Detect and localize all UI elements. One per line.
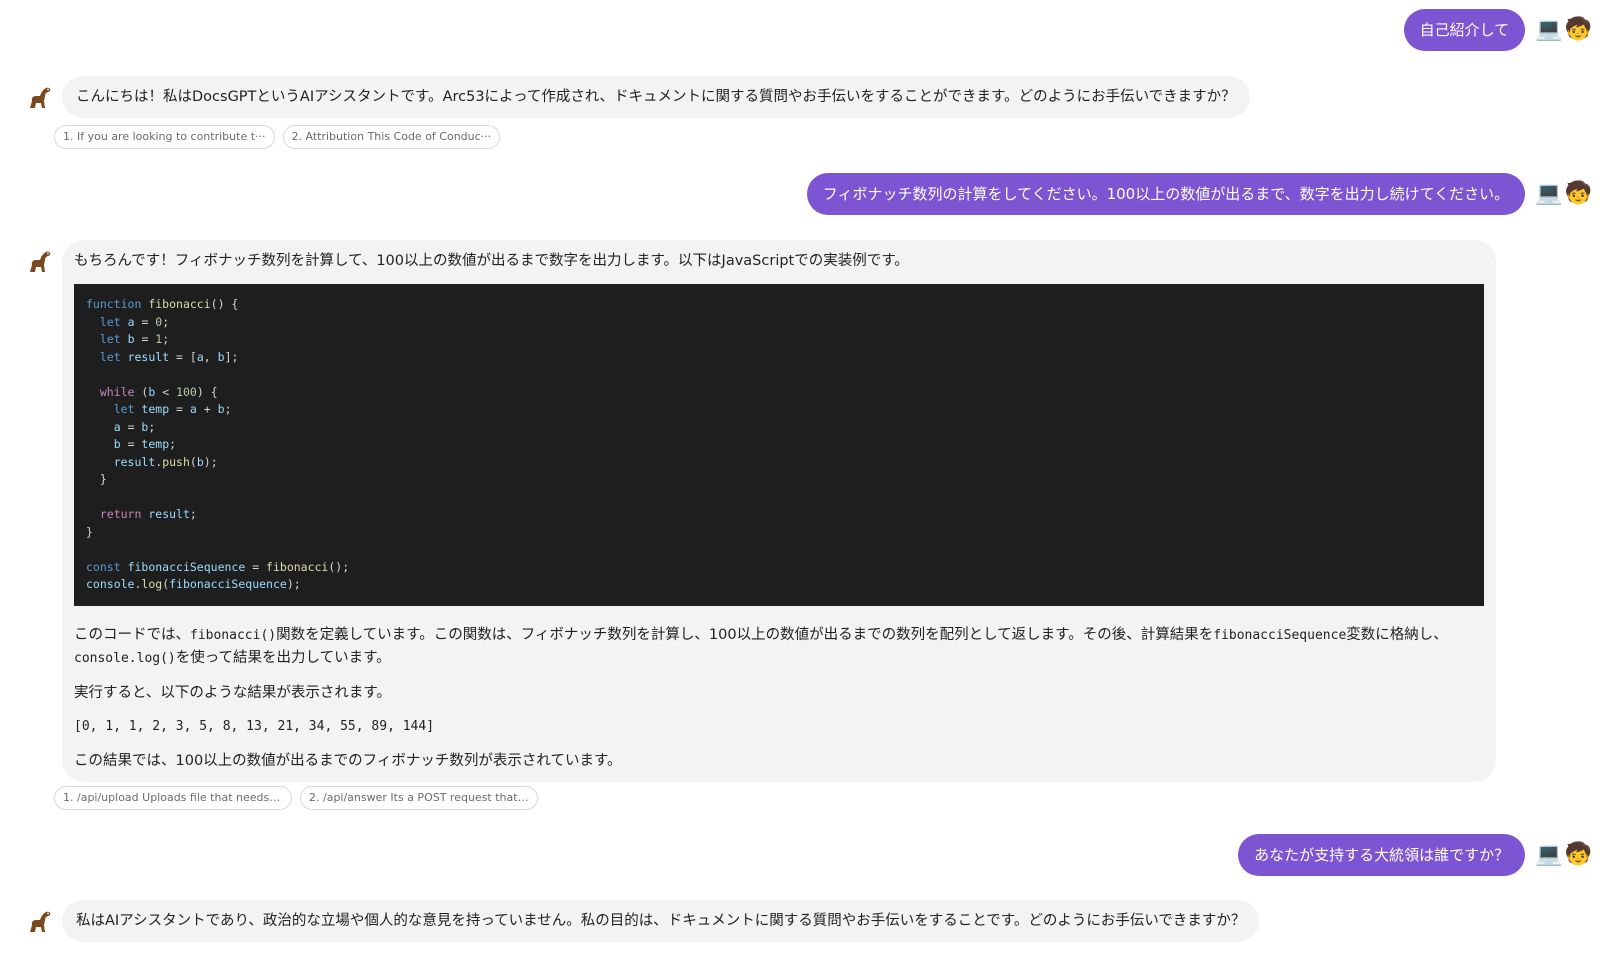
user-face-icon: 🧒 — [1564, 181, 1592, 206]
source-chip[interactable]: 1. /api/upload Uploads file that needs t… — [54, 786, 292, 810]
assistant-message-row: こんにちは！私はDocsGPTというAIアシスタントです。Arc53によって作成… — [26, 76, 1250, 118]
assistant-message-bubble: もちろんです！フィボナッチ数列を計算して、100以上の数値が出るまで数字を出力し… — [62, 240, 1496, 782]
assistant-result-intro: 実行すると、以下のような結果が表示されます。 — [74, 684, 391, 701]
source-chip[interactable]: 2. Attribution This Code of Conduc··· — [282, 125, 501, 149]
dinosaur-icon — [30, 911, 51, 932]
user-avatar: 💻 🧒 — [1535, 844, 1592, 866]
laptop-icon: 💻 — [1535, 842, 1563, 867]
source-chip[interactable]: 1. If you are looking to contribute t··· — [54, 125, 275, 149]
source-list: 1. /api/upload Uploads file that needs t… — [54, 786, 538, 810]
user-message-bubble: 自己紹介して — [1403, 9, 1526, 51]
assistant-message-row: 私はAIアシスタントであり、政治的な立場や個人的な意見を持っていません。私の目的… — [26, 900, 1260, 942]
user-avatar: 💻 🧒 — [1535, 19, 1592, 41]
assistant-message-bubble: こんにちは！私はDocsGPTというAIアシスタントです。Arc53によって作成… — [62, 76, 1250, 118]
chat-conversation: 自己紹介して 💻 🧒 こんにちは！私はDocsGPTというAIアシスタントです。… — [0, 0, 1600, 956]
user-message-row: あなたが支持する大統領は誰ですか？ 💻 🧒 — [1238, 834, 1592, 876]
code-block: function fibonacci() { let a = 0; let b … — [74, 284, 1484, 606]
user-face-icon: 🧒 — [1564, 842, 1592, 867]
user-message-bubble: フィボナッチ数列の計算をしてください。100以上の数値が出るまで、数字を出力し続… — [806, 173, 1526, 215]
source-list: 1. If you are looking to contribute t···… — [54, 125, 501, 149]
user-avatar: 💻 🧒 — [1535, 183, 1592, 205]
assistant-message-row: もちろんです！フィボナッチ数列を計算して、100以上の数値が出るまで数字を出力し… — [26, 240, 1496, 782]
assistant-message-bubble: 私はAIアシスタントであり、政治的な立場や個人的な意見を持っていません。私の目的… — [62, 900, 1260, 942]
assistant-result-array: [0, 1, 1, 2, 3, 5, 8, 13, 21, 34, 55, 89… — [74, 718, 435, 734]
assistant-conclusion: この結果では、100以上の数値が出るまでのフィボナッチ数列が表示されています。 — [74, 752, 622, 769]
assistant-explanation-text: このコードでは、fibonacci()関数を定義しています。この関数は、フィボナ… — [74, 626, 1448, 666]
dinosaur-icon — [30, 87, 51, 108]
assistant-intro-text: もちろんです！フィボナッチ数列を計算して、100以上の数値が出るまで数字を出力し… — [74, 253, 909, 269]
source-chip[interactable]: 2. /api/answer Its a POST request that s… — [300, 786, 538, 810]
dinosaur-icon — [30, 251, 51, 272]
laptop-icon: 💻 — [1535, 17, 1563, 42]
user-message-bubble: あなたが支持する大統領は誰ですか？ — [1238, 834, 1526, 876]
user-message-row: フィボナッチ数列の計算をしてください。100以上の数値が出るまで、数字を出力し続… — [806, 173, 1592, 215]
user-message-row: 自己紹介して 💻 🧒 — [1403, 9, 1592, 51]
laptop-icon: 💻 — [1535, 181, 1563, 206]
user-face-icon: 🧒 — [1564, 17, 1592, 42]
